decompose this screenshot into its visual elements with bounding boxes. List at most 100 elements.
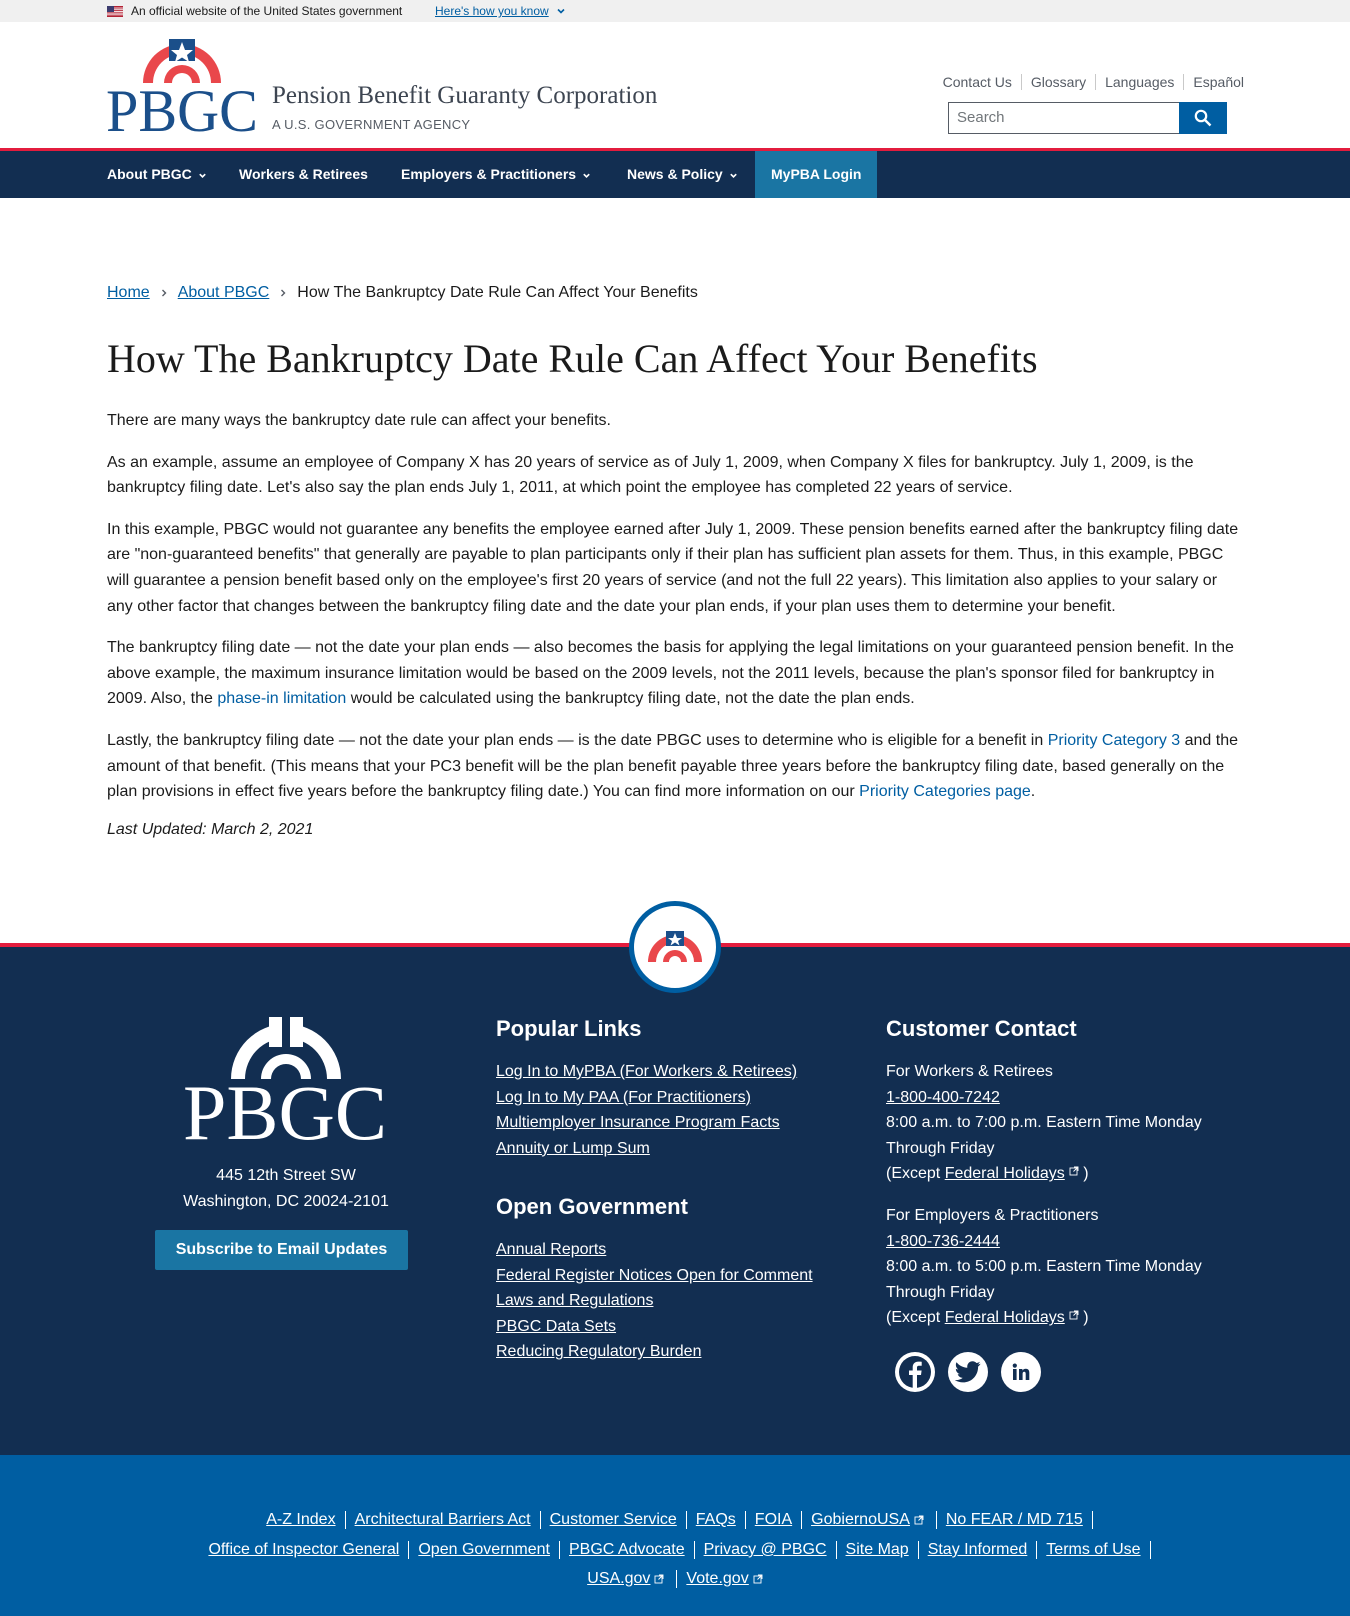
twitter-icon bbox=[955, 1361, 981, 1383]
contact-employers: For Employers & Practitioners 1-800-736-… bbox=[886, 1203, 1246, 1331]
gobiernousa-link[interactable]: GobiernoUSA bbox=[811, 1511, 910, 1529]
bottom-links-row-2: Office of Inspector General Open Governm… bbox=[0, 1541, 1350, 1559]
paragraph-non-guaranteed: In this example, PBGC would not guarante… bbox=[107, 520, 1239, 615]
no-fear-link[interactable]: No FEAR / MD 715 bbox=[937, 1511, 1093, 1529]
annuity-lump-sum-link[interactable]: Annuity or Lump Sum bbox=[496, 1136, 797, 1162]
mypaa-login-link[interactable]: Log In to My PAA (For Practitioners) bbox=[496, 1085, 797, 1111]
faqs-link[interactable]: FAQs bbox=[687, 1511, 746, 1529]
customer-service-link[interactable]: Customer Service bbox=[541, 1511, 687, 1529]
bottom-links-row-1: A-Z Index Architectural Barriers Act Cus… bbox=[0, 1511, 1350, 1529]
address-line-1: 445 12th Street SW bbox=[216, 1167, 356, 1184]
emblem-arch-icon bbox=[648, 931, 702, 962]
workers-holidays: (Except Federal Holidays ) bbox=[886, 1161, 1246, 1187]
employers-holidays: (Except Federal Holidays ) bbox=[886, 1305, 1246, 1331]
search-button[interactable] bbox=[1179, 102, 1227, 134]
except-close-text: ) bbox=[1078, 1165, 1089, 1183]
employers-hours: 8:00 a.m. to 5:00 p.m. Eastern Time Mond… bbox=[886, 1258, 1202, 1301]
twitter-link[interactable] bbox=[948, 1352, 988, 1392]
breadcrumb-current: How The Bankruptcy Date Rule Can Affect … bbox=[297, 284, 698, 301]
languages-link[interactable]: Languages bbox=[1095, 74, 1183, 90]
popular-links-list: Log In to MyPBA (For Workers & Retirees)… bbox=[496, 1059, 797, 1161]
chevron-right-icon bbox=[161, 289, 167, 297]
paragraph-intro: There are many ways the bankruptcy date … bbox=[107, 412, 611, 429]
except-close-text: ) bbox=[1078, 1309, 1089, 1327]
usa-gov-link[interactable]: USA.gov bbox=[587, 1570, 650, 1588]
linkedin-link[interactable] bbox=[1001, 1352, 1041, 1392]
data-sets-link[interactable]: PBGC Data Sets bbox=[496, 1314, 813, 1340]
address-line-2: Washington, DC 20024-2101 bbox=[183, 1192, 389, 1210]
federal-register-link[interactable]: Federal Register Notices Open for Commen… bbox=[496, 1263, 813, 1289]
pbgc-logo[interactable]: PBGC bbox=[107, 39, 257, 133]
chevron-down-icon[interactable] bbox=[556, 6, 566, 16]
terms-of-use-link[interactable]: Terms of Use bbox=[1037, 1541, 1151, 1559]
nav-employers-label: Employers & Practitioners bbox=[401, 166, 577, 182]
employers-label: For Employers & Practitioners bbox=[886, 1207, 1099, 1224]
main-nav: About PBGC Workers & Retirees Employers … bbox=[0, 148, 1350, 198]
federal-holidays-link[interactable]: Federal Holidays bbox=[945, 1309, 1065, 1326]
vote-gov-link[interactable]: Vote.gov bbox=[686, 1570, 748, 1588]
pbgc-footer-logo: PBGC bbox=[185, 1017, 387, 1141]
mypba-login-button[interactable]: MyPBA Login bbox=[755, 151, 878, 198]
espanol-link[interactable]: Español bbox=[1183, 74, 1244, 90]
stay-informed-link[interactable]: Stay Informed bbox=[919, 1541, 1038, 1559]
multiemployer-facts-link[interactable]: Multiemployer Insurance Program Facts bbox=[496, 1110, 797, 1136]
external-link-icon bbox=[1069, 1166, 1079, 1176]
main-content: There are many ways the bankruptcy date … bbox=[107, 408, 1247, 858]
search-input[interactable]: Search bbox=[948, 102, 1180, 134]
nav-news-policy[interactable]: News & Policy bbox=[627, 151, 738, 198]
foia-link[interactable]: FOIA bbox=[746, 1511, 803, 1529]
site-map-link[interactable]: Site Map bbox=[837, 1541, 919, 1559]
usa-gov-item[interactable]: USA.gov bbox=[578, 1570, 678, 1588]
laws-regulations-link[interactable]: Laws and Regulations bbox=[496, 1288, 813, 1314]
mypba-login-link[interactable]: Log In to MyPBA (For Workers & Retirees) bbox=[496, 1059, 797, 1085]
paragraph-text: Lastly, the bankruptcy filing date — not… bbox=[107, 731, 1048, 749]
external-link-icon bbox=[914, 1515, 924, 1525]
agency-name: Pension Benefit Guaranty Corporation bbox=[272, 82, 658, 109]
vote-gov-item[interactable]: Vote.gov bbox=[677, 1570, 771, 1588]
page-title: How The Bankruptcy Date Rule Can Affect … bbox=[107, 336, 1038, 381]
external-link-icon bbox=[1069, 1310, 1079, 1320]
nav-about-pbgc-label: About PBGC bbox=[107, 166, 192, 182]
chevron-down-icon bbox=[583, 173, 590, 178]
priority-categories-page-link[interactable]: Priority Categories page bbox=[859, 783, 1031, 800]
inspector-general-link[interactable]: Office of Inspector General bbox=[199, 1541, 410, 1559]
footer-bottom-links bbox=[0, 1455, 1350, 1616]
phase-in-limitation-link[interactable]: phase-in limitation bbox=[217, 690, 346, 707]
regulatory-burden-link[interactable]: Reducing Regulatory Burden bbox=[496, 1339, 813, 1365]
breadcrumb-about-link[interactable]: About PBGC bbox=[178, 284, 270, 302]
chevron-right-icon bbox=[281, 289, 286, 297]
contact-us-link[interactable]: Contact Us bbox=[934, 74, 1021, 90]
contact-workers: For Workers & Retirees 1-800-400-7242 8:… bbox=[886, 1059, 1246, 1187]
footer-address: 445 12th Street SW Washington, DC 20024-… bbox=[140, 1163, 432, 1214]
svg-text:PBGC: PBGC bbox=[107, 78, 257, 133]
workers-hours: 8:00 a.m. to 7:00 p.m. Eastern Time Mond… bbox=[886, 1114, 1202, 1157]
annual-reports-link[interactable]: Annual Reports bbox=[496, 1237, 813, 1263]
nav-employers-practitioners[interactable]: Employers & Practitioners bbox=[401, 151, 591, 198]
federal-holidays-link[interactable]: Federal Holidays bbox=[945, 1165, 1065, 1182]
open-government-link[interactable]: Open Government bbox=[409, 1541, 560, 1559]
architectural-barriers-link[interactable]: Architectural Barriers Act bbox=[346, 1511, 541, 1529]
chevron-down-icon bbox=[729, 173, 737, 178]
privacy-link[interactable]: Privacy @ PBGC bbox=[695, 1541, 837, 1559]
except-text: (Except bbox=[886, 1165, 945, 1183]
external-link-icon bbox=[654, 1574, 664, 1584]
glossary-link[interactable]: Glossary bbox=[1020, 74, 1095, 90]
employers-phone-link[interactable]: 1-800-736-2444 bbox=[886, 1233, 1000, 1250]
pbgc-advocate-link[interactable]: PBGC Advocate bbox=[560, 1541, 695, 1559]
nav-about-pbgc[interactable]: About PBGC bbox=[107, 151, 207, 198]
customer-contact-title: Customer Contact bbox=[886, 1016, 1077, 1041]
paragraph-text: would be calculated using the bankruptcy… bbox=[346, 690, 915, 708]
subscribe-button[interactable]: Subscribe to Email Updates bbox=[155, 1230, 408, 1270]
open-government-list: Annual Reports Federal Register Notices … bbox=[496, 1237, 813, 1365]
chevron-down-icon bbox=[198, 173, 206, 178]
popular-links-title: Popular Links bbox=[496, 1016, 642, 1041]
priority-category-3-link[interactable]: Priority Category 3 bbox=[1048, 732, 1181, 749]
how-you-know-link[interactable]: Here's how you know bbox=[435, 4, 549, 18]
facebook-link[interactable] bbox=[895, 1352, 935, 1392]
workers-phone-link[interactable]: 1-800-400-7242 bbox=[886, 1089, 1000, 1106]
workers-label: For Workers & Retirees bbox=[886, 1063, 1053, 1080]
breadcrumb-home-link[interactable]: Home bbox=[107, 284, 150, 302]
az-index-link[interactable]: A-Z Index bbox=[257, 1511, 346, 1529]
gobiernousa-item[interactable]: GobiernoUSA bbox=[802, 1511, 937, 1529]
nav-workers-retirees[interactable]: Workers & Retirees bbox=[239, 151, 368, 198]
